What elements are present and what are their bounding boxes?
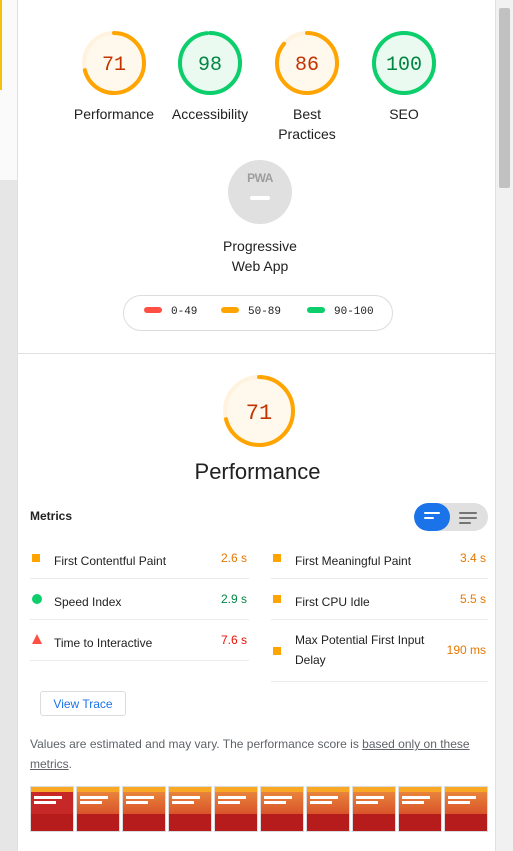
metric-first-contentful-paint: First Contentful Paint 2.6 s [30, 538, 249, 579]
performance-title: Performance [194, 459, 321, 484]
legend-fail-swatch [144, 307, 162, 314]
metric-time-to-interactive: Time to Interactive 7.6 s [30, 620, 249, 661]
gauge-accessibility-score: 98 [198, 54, 222, 77]
gauge-accessibility-label: Accessibility [171, 106, 249, 122]
gauge-accessibility-ring: 98 [178, 31, 242, 95]
gauge-seo-label: SEO [389, 106, 419, 122]
filmstrip-frame [444, 786, 488, 832]
filmstrip-frame [352, 786, 396, 832]
legend-item-pass: 90-100 [307, 306, 374, 318]
category-gauges: 71 Performance 98 Accessibility 86 Best [18, 30, 497, 150]
metric-speed-index: Speed Index 2.9 s [30, 579, 249, 620]
metric-max-potential-fid: Max Potential First Input Delay 190 ms [271, 620, 488, 682]
gauge-seo[interactable]: 100 SEO [354, 30, 454, 124]
gauge-best-practices-label-line1: Best [292, 106, 321, 122]
filmstrip-frame [306, 786, 350, 832]
gauge-pwa-label-line1: Progressive [223, 238, 297, 254]
pwa-badge-text: PWA [247, 171, 273, 185]
left-edge-highlight [0, 0, 2, 90]
metrics-header: Metrics [30, 509, 73, 523]
average-square-icon [273, 595, 281, 603]
view-trace-button[interactable]: View Trace [40, 691, 126, 716]
gauge-pwa-label: Progressive Web App [210, 236, 310, 276]
gauge-seo-score: 100 [386, 54, 422, 77]
toggle-compact-view[interactable] [414, 503, 450, 531]
lighthouse-report-panel: 71 Performance 98 Accessibility 86 Best [17, 0, 497, 851]
metric-value: 5.5 s [459, 592, 486, 606]
metric-name: Max Potential First Input Delay [295, 630, 424, 670]
fail-triangle-icon [32, 634, 42, 644]
left-edge [0, 0, 17, 851]
gauge-performance-score: 71 [102, 54, 126, 77]
expanded-view-icon[interactable] [459, 512, 477, 527]
legend-average-swatch [221, 307, 239, 314]
filmstrip-frame [260, 786, 304, 832]
legend-pass-swatch [307, 307, 325, 314]
gauge-pwa-label-line2: Web App [231, 258, 289, 274]
gauge-seo-ring: 100 [372, 31, 436, 95]
gauge-pwa[interactable]: PWA Progressive Web App [210, 160, 310, 276]
metric-value: 2.6 s [220, 551, 247, 565]
metric-value: 2.9 s [220, 592, 247, 606]
estimate-note: Values are estimated and may vary. The p… [30, 734, 480, 774]
section-divider [18, 353, 497, 354]
filmstrip-frame [122, 786, 166, 832]
compact-view-icon [424, 512, 440, 522]
metric-name-line2: Delay [295, 653, 326, 667]
estimate-note-end: . [68, 757, 73, 771]
legend-item-average: 50-89 [221, 306, 281, 318]
gauge-best-practices-label-line2: Practices [278, 126, 336, 142]
performance-gauge-ring: 71 [223, 375, 295, 447]
gauge-performance-label: Performance [73, 106, 155, 122]
legend-fail-range: 0-49 [171, 306, 198, 318]
filmstrip-frame [76, 786, 120, 832]
metric-name: Speed Index [54, 595, 122, 609]
metric-value: 190 ms [446, 643, 486, 657]
metric-value: 3.4 s [459, 551, 486, 565]
filmstrip [30, 786, 492, 832]
gauge-best-practices-score: 86 [295, 54, 319, 77]
pwa-badge-icon: PWA [228, 160, 292, 224]
filmstrip-frame [214, 786, 258, 832]
metric-name: First Contentful Paint [54, 554, 167, 568]
gauge-best-practices[interactable]: 86 Best Practices [257, 30, 357, 144]
metric-first-meaningful-paint: First Meaningful Paint 3.4 s [271, 538, 488, 579]
legend-pass-range: 90-100 [334, 306, 374, 318]
vertical-scrollbar[interactable] [496, 0, 513, 851]
scrollbar-thumb[interactable] [499, 8, 510, 188]
legend-average-range: 50-89 [248, 306, 282, 318]
gauge-performance[interactable]: 71 Performance [64, 30, 164, 124]
performance-gauge: 71 [221, 373, 297, 454]
average-square-icon [32, 554, 40, 562]
metric-first-cpu-idle: First CPU Idle 5.5 s [271, 579, 488, 620]
metric-name: Time to Interactive [54, 636, 153, 650]
gauge-accessibility[interactable]: 98 Accessibility [160, 30, 260, 124]
filmstrip-frame [168, 786, 212, 832]
average-square-icon [273, 647, 281, 655]
performance-score: 71 [246, 401, 272, 426]
left-edge-shade [0, 180, 17, 851]
gauge-best-practices-ring: 86 [275, 31, 339, 95]
estimate-note-text: Values are estimated and may vary. The p… [30, 737, 363, 751]
metric-value: 7.6 s [220, 633, 247, 647]
filmstrip-frame [398, 786, 442, 832]
gauge-performance-ring: 71 [82, 31, 146, 95]
filmstrip-frame [30, 786, 74, 832]
legend-item-fail: 0-49 [144, 306, 197, 318]
average-square-icon [273, 554, 281, 562]
metric-name: First Meaningful Paint [295, 554, 412, 568]
pass-circle-icon [32, 594, 42, 604]
metric-name: First CPU Idle [295, 595, 370, 609]
gauge-best-practices-label: Best Practices [257, 104, 357, 144]
metric-name-line1: Max Potential First Input [295, 633, 425, 647]
metrics-view-toggle[interactable] [414, 503, 488, 531]
score-legend: 0-49 50-89 90-100 [123, 295, 393, 331]
pwa-badge-bar [250, 196, 270, 200]
